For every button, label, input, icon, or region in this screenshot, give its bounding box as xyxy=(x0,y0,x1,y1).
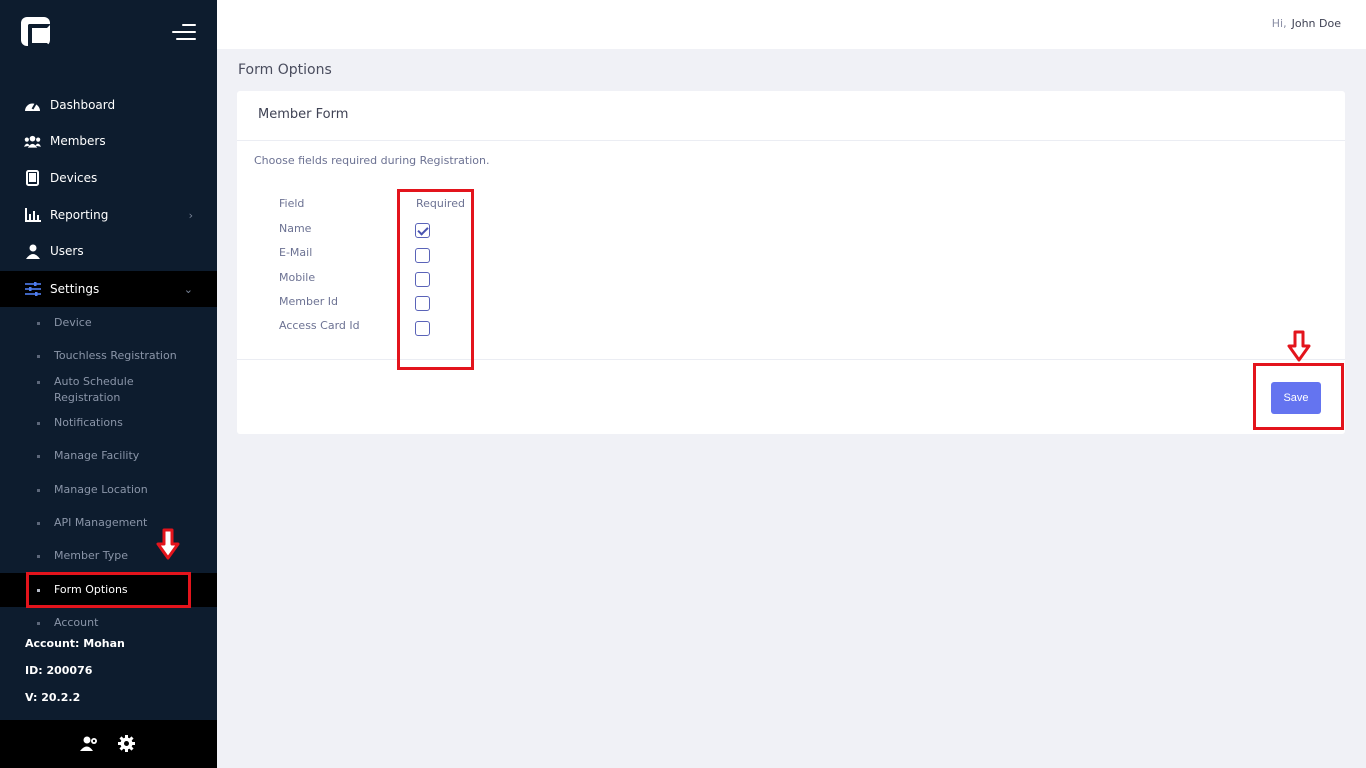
nav-label: Members xyxy=(50,134,106,148)
chevron-right-icon: › xyxy=(188,208,193,222)
nav-label: Settings xyxy=(50,282,100,296)
field-label-access-card-id: Access Card Id xyxy=(279,319,360,332)
gear-icon[interactable] xyxy=(118,735,136,753)
account-id: ID: 200076 xyxy=(25,664,93,677)
page-title: Form Options xyxy=(238,62,332,78)
chart-icon xyxy=(24,207,41,224)
sub-item-notifications[interactable]: Notifications xyxy=(0,415,217,431)
chevron-down-icon: ⌄ xyxy=(183,282,193,296)
user-settings-icon[interactable] xyxy=(80,735,98,753)
annotation-arrow-down-icon xyxy=(156,528,180,560)
annotation-box-form-options xyxy=(26,572,191,608)
column-header-field: Field xyxy=(279,197,305,210)
field-label-member-id: Member Id xyxy=(279,295,338,308)
nav-label: Users xyxy=(50,244,84,258)
sub-item-touchless-registration[interactable]: Touchless Registration xyxy=(0,348,217,364)
logo[interactable] xyxy=(21,17,51,47)
nav-settings[interactable]: Settings ⌄ xyxy=(0,271,217,307)
nav-dashboard[interactable]: Dashboard xyxy=(0,87,217,123)
field-label-mobile: Mobile xyxy=(279,271,316,284)
sub-item-device[interactable]: Device xyxy=(0,315,217,331)
nav-label: Devices xyxy=(50,171,98,185)
annotation-arrow-down-icon xyxy=(1287,330,1311,362)
sidebar: Dashboard Members Devices Reporting › Us… xyxy=(0,0,217,768)
greeting-hi: Hi, xyxy=(1271,17,1287,30)
app-version: V: 20.2.2 xyxy=(25,691,81,704)
tablet-icon xyxy=(24,170,41,187)
sliders-icon xyxy=(24,281,41,298)
nav-label: Reporting xyxy=(50,208,109,222)
sidebar-footer xyxy=(0,720,217,768)
account-name: Account: Mohan xyxy=(25,637,125,650)
nav-devices[interactable]: Devices xyxy=(0,160,217,196)
sub-item-manage-facility[interactable]: Manage Facility xyxy=(0,448,217,464)
sub-item-account[interactable]: Account xyxy=(0,615,217,631)
card-description: Choose fields required during Registrati… xyxy=(254,154,490,167)
field-label-name: Name xyxy=(279,222,312,235)
annotation-box-save xyxy=(1253,363,1344,430)
card-title: Member Form xyxy=(237,91,1345,141)
user-icon xyxy=(24,243,41,260)
sub-item-auto-schedule-registration[interactable]: Auto Schedule Registration xyxy=(0,374,190,406)
members-icon xyxy=(24,133,41,150)
annotation-box-required-column xyxy=(397,189,474,370)
dashboard-icon xyxy=(24,97,41,114)
nav-label: Dashboard xyxy=(50,98,116,112)
sub-item-member-type[interactable]: Member Type xyxy=(0,548,217,564)
sub-item-api-management[interactable]: API Management xyxy=(0,515,217,531)
nav-members[interactable]: Members xyxy=(0,123,217,159)
nav-reporting[interactable]: Reporting › xyxy=(0,197,217,233)
sub-item-manage-location[interactable]: Manage Location xyxy=(0,482,217,498)
user-greeting[interactable]: Hi, John Doe xyxy=(1272,17,1341,30)
menu-toggle-icon[interactable] xyxy=(172,24,196,40)
user-name: John Doe xyxy=(1291,17,1341,30)
top-bar: Hi, John Doe xyxy=(217,0,1366,49)
nav-users[interactable]: Users xyxy=(0,233,217,269)
field-label-email: E-Mail xyxy=(279,246,313,259)
